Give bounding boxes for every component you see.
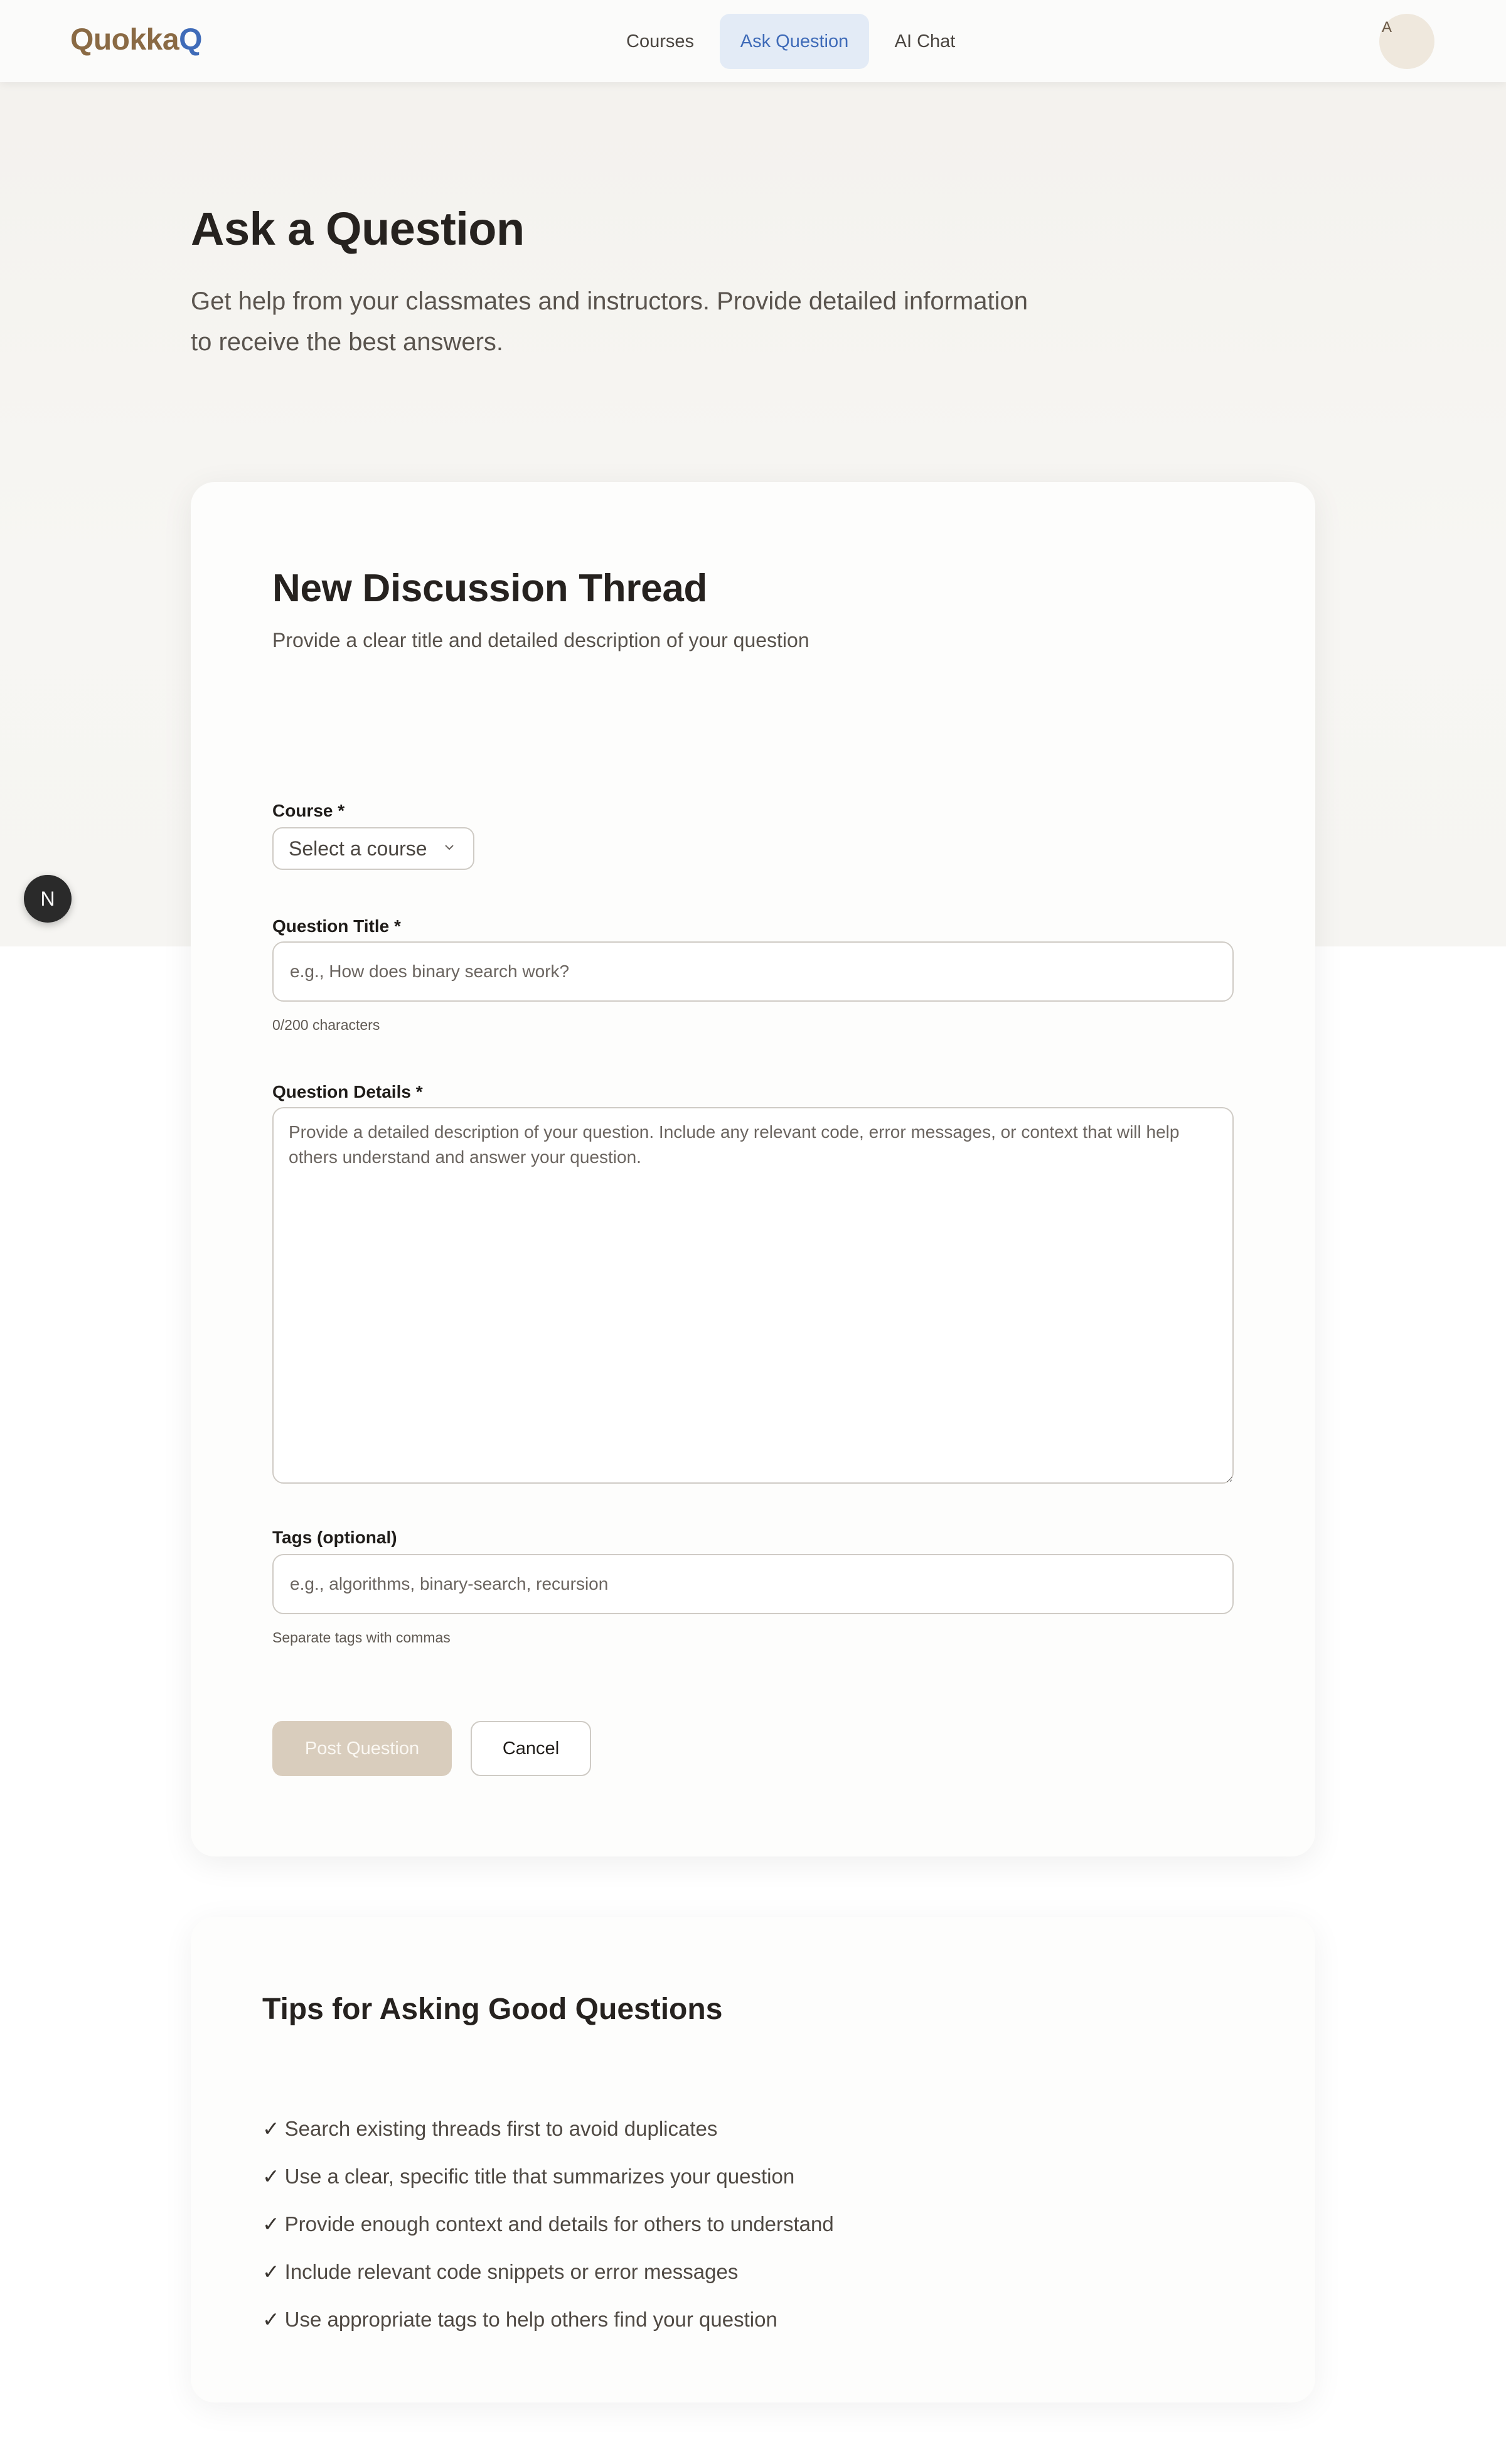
floating-dev-button[interactable]: N [24, 875, 72, 923]
tips-card: Tips for Asking Good Questions ✓ Search e… [191, 1917, 1315, 2402]
course-label: Course * [272, 801, 345, 820]
check-icon: ✓ [262, 2165, 280, 2188]
check-icon: ✓ [262, 2308, 280, 2331]
tags-label: Tags (optional) [272, 1528, 397, 1547]
avatar[interactable]: A [1379, 14, 1434, 69]
list-item: ✓ Search existing threads first to avoid … [262, 2105, 834, 2153]
question-details-textarea[interactable] [272, 1107, 1234, 1484]
tips-title: Tips for Asking Good Questions [262, 1993, 723, 2026]
tip-text: Use appropriate tags to help others find… [284, 2308, 777, 2331]
list-item: ✓ Use appropriate tags to help others fin… [262, 2296, 834, 2343]
tags-input[interactable] [272, 1554, 1234, 1614]
check-icon: ✓ [262, 2260, 280, 2283]
nav-courses[interactable]: Courses [609, 14, 712, 69]
course-select-value: Select a course [289, 837, 427, 860]
post-question-button[interactable]: Post Question [272, 1721, 452, 1776]
course-select[interactable]: Select a course [272, 827, 474, 870]
cancel-button[interactable]: Cancel [471, 1721, 591, 1776]
check-icon: ✓ [262, 2117, 280, 2140]
list-item: ✓ Use a clear, specific title that summar… [262, 2153, 834, 2200]
tip-text: Search existing threads first to avoid d… [284, 2117, 718, 2140]
title-char-counter: 0/200 characters [272, 1017, 380, 1033]
question-details-label: Question Details * [272, 1082, 423, 1101]
top-navbar: QuokkaQ Courses Ask Question AI Chat A [0, 0, 1506, 82]
nav-ai-chat[interactable]: AI Chat [877, 14, 973, 69]
tags-hint: Separate tags with commas [272, 1629, 451, 1646]
check-icon: ✓ [262, 2212, 280, 2236]
form-subtitle: Provide a clear title and detailed descr… [272, 629, 809, 651]
main-nav: Courses Ask Question AI Chat [0, 14, 1506, 69]
page-title: Ask a Question [191, 203, 525, 255]
page-subtitle: Get help from your classmates and instru… [191, 287, 1028, 356]
nav-ask-question[interactable]: Ask Question [720, 14, 869, 69]
question-title-input[interactable] [272, 941, 1234, 1002]
list-item: ✓ Include relevant code snippets or error… [262, 2248, 834, 2296]
avatar-initial: A [1382, 19, 1392, 36]
tips-list: ✓ Search existing threads first to avoid … [262, 2105, 834, 2343]
question-title-label: Question Title * [272, 916, 401, 936]
new-thread-form-card: New Discussion Thread Provide a clear ti… [191, 482, 1315, 1856]
tip-text: Include relevant code snippets or error … [284, 2260, 739, 2283]
form-title: New Discussion Thread [272, 567, 708, 610]
tip-text: Provide enough context and details for o… [284, 2212, 834, 2236]
tip-text: Use a clear, specific title that summari… [284, 2165, 795, 2188]
list-item: ✓ Provide enough context and details for … [262, 2200, 834, 2248]
chevron-down-icon [445, 845, 454, 850]
